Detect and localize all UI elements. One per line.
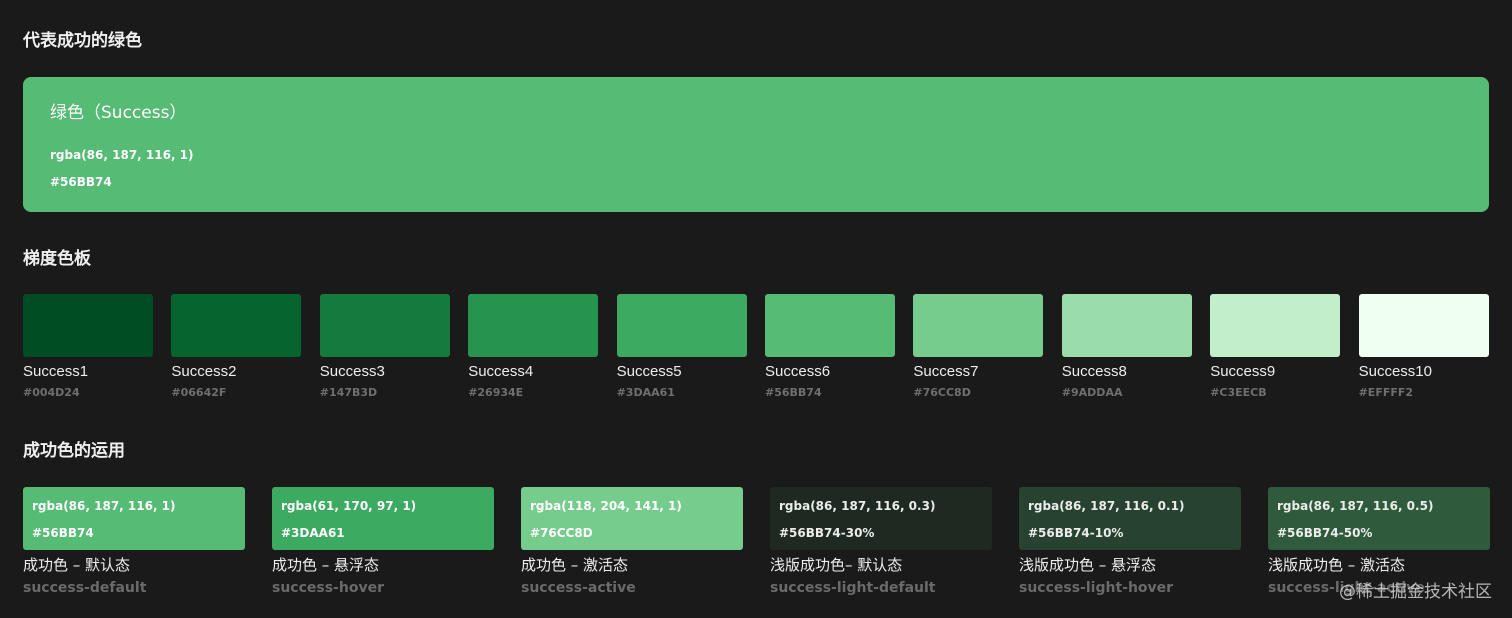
usage-swatch: rgba(86, 187, 116, 0.5) #56BB74-50% [1268, 487, 1490, 550]
usage-token: success-light-default [770, 580, 936, 596]
usage-swatch: rgba(118, 204, 141, 1) #76CC8D [521, 487, 743, 550]
usage-item: rgba(86, 187, 116, 0.1) #56BB74-10% 浅版成功… [1019, 487, 1241, 596]
usage-swatch: rgba(86, 187, 116, 0.3) #56BB74-30% [770, 487, 992, 550]
usage-rgba: rgba(61, 170, 97, 1) [281, 499, 417, 513]
usage-label: 浅版成功色 – 悬浮态 [1019, 556, 1157, 574]
usage-label: 浅版成功色 – 激活态 [1268, 556, 1406, 574]
palette-swatch [1061, 294, 1192, 357]
palette-swatch [1210, 294, 1341, 357]
usage-token: success-active [521, 580, 636, 596]
usage-item: rgba(86, 187, 116, 0.3) #56BB74-30% 浅版成功… [770, 487, 992, 596]
palette-item: Success6 #56BB74 [765, 294, 895, 399]
palette-item: Success5 #3DAA61 [616, 294, 747, 399]
palette-swatch [1358, 294, 1489, 357]
palette-hex: #3DAA61 [616, 386, 675, 399]
usage-item: rgba(118, 204, 141, 1) #76CC8D 成功色 – 激活态… [521, 487, 743, 596]
usage-label: 成功色 – 默认态 [23, 556, 131, 574]
palette-hex: #26934E [468, 386, 524, 399]
palette-item: Success4 #26934E [468, 294, 599, 399]
section-title-usage: 成功色的运用 [23, 441, 125, 461]
palette-name: Success9 [1210, 363, 1276, 380]
palette-name: Success8 [1061, 363, 1127, 380]
palette-name: Success4 [468, 363, 534, 380]
usage-label: 成功色 – 激活态 [521, 556, 629, 574]
section-title-palette: 梯度色板 [23, 249, 91, 269]
usage-swatches: rgba(86, 187, 116, 1) #56BB74 成功色 – 默认态 … [23, 487, 1490, 607]
usage-rgba: rgba(86, 187, 116, 0.3) [779, 499, 936, 513]
usage-hex: #56BB74 [32, 526, 94, 540]
palette-hex: #EFFFF2 [1358, 386, 1414, 399]
palette-hex: #06642F [171, 386, 227, 399]
palette-hex: #76CC8D [913, 386, 971, 399]
palette-hex: #C3EECB [1210, 386, 1267, 399]
palette-item: Success9 #C3EECB [1210, 294, 1341, 399]
usage-hex: #56BB74-50% [1277, 526, 1373, 540]
palette-item: Success2 #06642F [171, 294, 302, 399]
usage-rgba: rgba(118, 204, 141, 1) [530, 499, 682, 513]
palette-name: Success1 [23, 363, 89, 380]
palette-name: Success3 [319, 363, 385, 380]
palette-swatch [171, 294, 302, 357]
palette-hex: #9ADDAA [1061, 386, 1123, 399]
palette-swatch [23, 294, 153, 357]
site-watermark: @稀土掘金技术社区 [1339, 582, 1492, 602]
palette-hex: #004D24 [23, 386, 80, 399]
palette-item: Success10 #EFFFF2 [1358, 294, 1489, 399]
usage-item: rgba(86, 187, 116, 1) #56BB74 成功色 – 默认态 … [23, 487, 245, 596]
palette-name: Success2 [171, 363, 237, 380]
palette-name: Success7 [913, 363, 979, 380]
usage-rgba: rgba(86, 187, 116, 0.1) [1028, 499, 1185, 513]
palette-hex: #147B3D [319, 386, 378, 399]
palette-hex: #56BB74 [765, 386, 822, 399]
usage-label: 浅版成功色– 默认态 [770, 556, 903, 574]
usage-hex: #3DAA61 [281, 526, 345, 540]
palette-swatch [319, 294, 450, 357]
palette-item: Success3 #147B3D [319, 294, 450, 399]
palette-item: Success7 #76CC8D [913, 294, 1044, 399]
usage-hex: #56BB74-30% [779, 526, 875, 540]
section-title-main: 代表成功的绿色 [23, 31, 142, 51]
hero-title: 绿色（Success） [50, 103, 187, 123]
usage-swatch: rgba(86, 187, 116, 1) #56BB74 [23, 487, 245, 550]
usage-token: success-hover [272, 580, 384, 596]
gradient-palette: Success1 #004D24 Success2 #06642F Succes… [23, 294, 1489, 414]
usage-item: rgba(61, 170, 97, 1) #3DAA61 成功色 – 悬浮态 s… [272, 487, 494, 596]
palette-item: Success8 #9ADDAA [1061, 294, 1192, 399]
palette-swatch [616, 294, 747, 357]
usage-swatch: rgba(61, 170, 97, 1) #3DAA61 [272, 487, 494, 550]
palette-swatch [765, 294, 895, 357]
usage-token: success-light-hover [1019, 580, 1174, 596]
palette-swatch [468, 294, 599, 357]
hero-rgba-value: rgba(86, 187, 116, 1) [50, 148, 194, 162]
hero-color-card: 绿色（Success） rgba(86, 187, 116, 1) #56BB7… [23, 77, 1489, 212]
usage-label: 成功色 – 悬浮态 [272, 556, 380, 574]
usage-hex: #76CC8D [530, 526, 593, 540]
palette-item: Success1 #004D24 [23, 294, 153, 399]
usage-hex: #56BB74-10% [1028, 526, 1124, 540]
palette-name: Success6 [765, 363, 831, 380]
usage-rgba: rgba(86, 187, 116, 0.5) [1277, 499, 1434, 513]
usage-rgba: rgba(86, 187, 116, 1) [32, 499, 176, 513]
usage-token: success-default [23, 580, 147, 596]
hero-hex-value: #56BB74 [50, 175, 112, 189]
palette-name: Success10 [1358, 363, 1432, 380]
palette-swatch [913, 294, 1044, 357]
palette-name: Success5 [616, 363, 682, 380]
usage-swatch: rgba(86, 187, 116, 0.1) #56BB74-10% [1019, 487, 1241, 550]
